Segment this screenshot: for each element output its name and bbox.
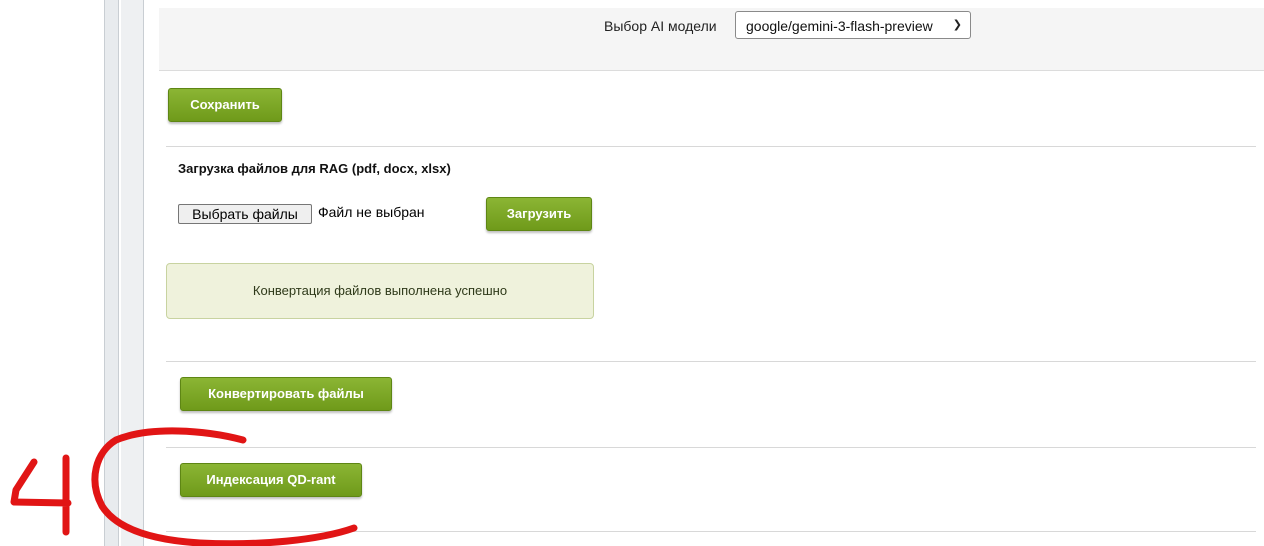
model-select-label: Выбор AI модели	[604, 18, 717, 34]
left-border-strip-inner	[121, 0, 144, 546]
success-alert: Конвертация файлов выполнена успешно	[166, 263, 594, 319]
divider	[166, 361, 1256, 362]
divider	[166, 447, 1256, 448]
model-select-value: google/gemini-3-flash-preview	[746, 18, 933, 34]
index-qdrant-button[interactable]: Индексация QD-rant	[180, 463, 362, 497]
upload-button[interactable]: Загрузить	[486, 197, 592, 231]
choose-files-button[interactable]: Выбрать файлы	[178, 204, 312, 224]
divider	[166, 531, 1256, 532]
file-status-text: Файл не выбран	[318, 204, 425, 220]
model-select[interactable]: google/gemini-3-flash-preview ❯	[735, 11, 971, 39]
divider	[166, 146, 1256, 147]
page: Выбор AI модели google/gemini-3-flash-pr…	[0, 0, 1264, 546]
annotation-digit-four	[10, 454, 72, 536]
upload-section-title: Загрузка файлов для RAG (pdf, docx, xlsx…	[178, 161, 451, 176]
chevron-down-icon: ❯	[952, 19, 962, 31]
left-border-strip	[104, 0, 119, 546]
model-settings-panel: Выбор AI модели google/gemini-3-flash-pr…	[159, 8, 1264, 71]
convert-files-button[interactable]: Конвертировать файлы	[180, 377, 392, 411]
save-button[interactable]: Сохранить	[168, 88, 282, 122]
